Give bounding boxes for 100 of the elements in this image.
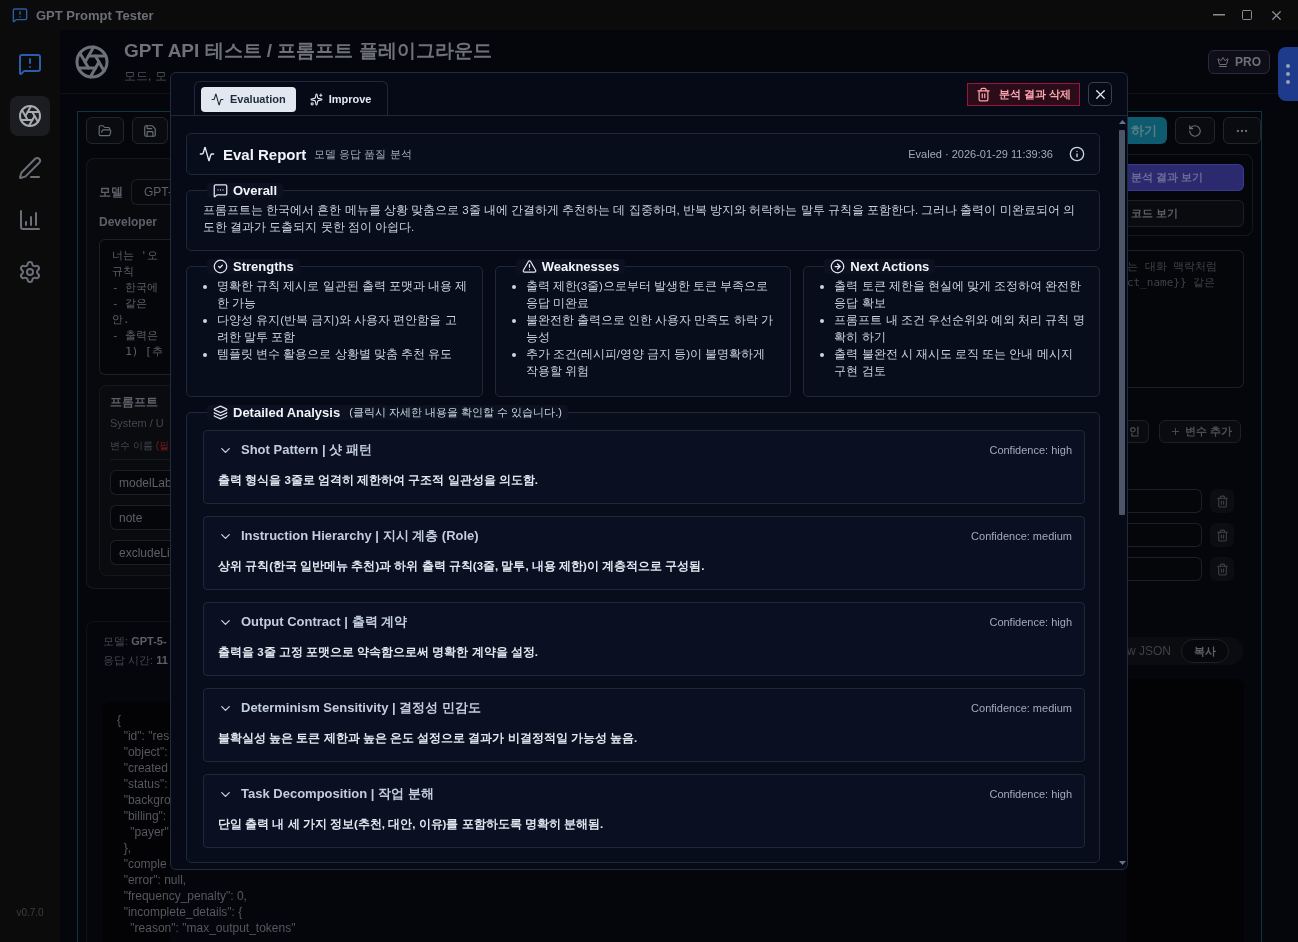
- bullet-text: 출력 토큰 제한을 현실에 맞게 조정하여 완전한 응답 확보: [834, 279, 1083, 311]
- copy-button[interactable]: 복사: [1181, 639, 1229, 663]
- minimize-icon: [1213, 14, 1225, 16]
- report-subtitle: 모델 응답 품질 분석: [314, 146, 412, 162]
- save-button[interactable]: [132, 117, 168, 144]
- pulse-icon: [211, 92, 224, 106]
- section-hint: (클릭시 자세한 내용을 확인할 수 있습니다.): [349, 405, 562, 420]
- confidence-label: Confidence: high: [989, 616, 1072, 628]
- trash-icon: [975, 86, 991, 102]
- code-line: "created: [122, 760, 168, 776]
- evaluated-time: Evaled · 2026-01-29 11:39:36: [908, 148, 1053, 160]
- view-analysis-button[interactable]: 분석 결과 보기: [1127, 164, 1244, 191]
- bullet-text: 다양성 유지(반복 금지)와 사용자 편안함을 고려한 말투 포함: [217, 313, 458, 345]
- bullet-dot: [203, 285, 207, 289]
- code-line: "payer": [129, 824, 169, 840]
- crown-icon: [1217, 55, 1229, 68]
- maximize-icon: [1241, 9, 1253, 21]
- bullet-text: 출력 제한(3줄)으로부터 발생한 토큰 부족으로 응답 미완료: [525, 279, 770, 311]
- code-line: "id": "res: [122, 728, 170, 744]
- check-circle-icon: [213, 259, 228, 274]
- arrow-circle-icon: [830, 259, 846, 274]
- confirm-button[interactable]: 인: [1127, 420, 1149, 443]
- variable-name-field[interactable]: excludeLi: [110, 540, 170, 565]
- bullet-dot: [203, 353, 207, 357]
- item-title: Shot Pattern | 샷 패턴: [241, 441, 372, 459]
- reset-icon: [1188, 123, 1202, 138]
- variable-value-field[interactable]: [1127, 557, 1202, 581]
- aperture-logo-icon: [74, 43, 110, 80]
- scroll-down-icon[interactable]: [1118, 861, 1126, 865]
- bullet-dot: [203, 319, 207, 323]
- add-variable-button[interactable]: 변수 추가: [1159, 420, 1242, 443]
- analysis-item[interactable]: Output Contract | 출력 계약 Confidence: high 출력을 3줄 고정 포맷으로 약속함으로써 명확한 계약을 설정.: [203, 602, 1085, 676]
- close-button[interactable]: [1088, 82, 1112, 106]
- bullet-text: 명확한 규칙 제시로 일관된 출력 포맷과 내용 제한 가능: [217, 279, 468, 311]
- code-line: "error": null,: [122, 872, 187, 888]
- run-button[interactable]: 하기: [1127, 117, 1167, 144]
- delete-analysis-button[interactable]: 분석 결과 삭제: [966, 82, 1080, 106]
- analysis-item[interactable]: Shot Pattern | 샷 패턴 Confidence: high 출력 형식을 3줄로 엄격히 제한하여 구조적 일관성을 의도함.: [203, 430, 1085, 504]
- page-subtitle: 모드, 모: [124, 68, 168, 85]
- section-title: Detailed Analysis: [233, 405, 341, 420]
- code-line: "object":: [122, 744, 168, 760]
- save-icon: [143, 123, 157, 138]
- view-code-button[interactable]: 코드 보기: [1127, 200, 1244, 227]
- item-description: 상위 규칙(한국 일반메뉴 추천)과 하위 출력 규칙(3줄, 말투, 내용 제한)이 계층적으로 구성됨.: [218, 559, 706, 574]
- bullet-dot: [511, 285, 516, 289]
- bullet-text: 프롬프트 내 조건 우선순위와 예외 처리 규칙 명확히 하기: [834, 313, 1085, 345]
- item-title: Instruction Hierarchy | 지시 계층 (Role): [241, 527, 479, 545]
- bullet-dot: [511, 319, 516, 323]
- info-icon[interactable]: [1069, 146, 1085, 162]
- variable-value-field[interactable]: [1127, 523, 1202, 547]
- code-line: "billing":: [122, 808, 167, 824]
- code-line: "comple: [122, 856, 167, 872]
- section-title: Next Actions: [850, 259, 930, 274]
- code-line: },: [122, 840, 131, 856]
- item-description: 단일 출력 내 세 가지 정보(추천, 대안, 이유)를 포함하도록 명확히 분해됨.: [218, 817, 605, 832]
- analysis-item[interactable]: Task Decomposition | 작업 분해 Confidence: high 단일 출력 내 세 가지 정보(추천, 대안, 이유)를 포함하도록 명확히 분해됨.: [203, 774, 1085, 848]
- page-title: GPT API 테스트 / 프롬프트 플레이그라운드: [124, 39, 493, 63]
- analysis-item[interactable]: Determinism Sensitivity | 결정성 민감도 Confidence: medium 불확실성 높은 토큰 제한과 높은 온도 설정으로 결과가 비결정적일 가능성 높음.: [203, 688, 1085, 762]
- section-title: Weaknesses: [541, 259, 620, 274]
- plus-icon: [1170, 426, 1181, 437]
- analysis-item[interactable]: Instruction Hierarchy | 지시 계층 (Role) Confidence: medium 상위 규칙(한국 일반메뉴 추천)과 하위 출력 규칙(3줄, 말투, 내용 제한)이 계층적으로 구성됨.: [203, 516, 1085, 590]
- bullet-text: 템플릿 변수 활용으로 상황별 맞춤 추천 유도: [217, 347, 453, 362]
- folder-button[interactable]: [86, 117, 124, 144]
- item-description: 출력 형식을 3줄로 엄격히 제한하여 구조적 일관성을 의도함.: [218, 473, 539, 488]
- aperture-icon[interactable]: [10, 96, 50, 136]
- pulse-icon: [199, 146, 215, 162]
- item-description: 출력을 3줄 고정 포맷으로 약속함으로써 명확한 계약을 설정.: [218, 645, 539, 660]
- warning-icon: [521, 259, 537, 274]
- tab[interactable]: Improve: [299, 86, 382, 112]
- dots-icon: [1286, 63, 1290, 85]
- sparkles-icon: [309, 92, 323, 106]
- app-logo-icon: [12, 7, 28, 23]
- bullet-text: 추가 조건(레시피/영양 금지 등)이 불명확하게 작용할 위험: [525, 347, 767, 379]
- variables-subtitle: System / U: [110, 417, 165, 429]
- tab[interactable]: Evaluation: [201, 86, 296, 112]
- model-label: 모델: [99, 183, 123, 201]
- side-panel-handle[interactable]: [1278, 47, 1298, 101]
- confidence-label: Confidence: medium: [971, 530, 1072, 542]
- item-title: Output Contract | 출력 계약: [241, 613, 408, 631]
- required-note: (필: [155, 439, 170, 453]
- item-title: Task Decomposition | 작업 분해: [241, 785, 434, 803]
- reset-button[interactable]: [1175, 117, 1215, 144]
- variable-value-field[interactable]: [1127, 489, 1202, 513]
- pro-button[interactable]: PRO: [1208, 49, 1270, 74]
- code-line: "backgro: [122, 792, 171, 808]
- developer-prompt-field[interactable]: 너는 '오 규칙 - 한국에 - 같은 안. - 출력은 1) [추: [99, 239, 170, 375]
- window-title: GPT Prompt Tester: [36, 7, 155, 23]
- scroll-up-icon[interactable]: [1118, 120, 1126, 124]
- code-line: "status":: [122, 776, 168, 792]
- trash-icon: [1215, 528, 1229, 542]
- confidence-label: Confidence: high: [989, 788, 1072, 800]
- bullet-text: 출력 불완전 시 재시도 로직 또는 안내 메시지 구현 검토: [834, 347, 1074, 379]
- bullet-dot: [820, 353, 825, 357]
- message-icon: [213, 183, 228, 198]
- variable-name-field[interactable]: note: [110, 505, 170, 530]
- layers-icon: [213, 405, 228, 420]
- variable-name-field[interactable]: modelLab: [110, 470, 170, 495]
- bullet-dot: [820, 285, 825, 289]
- response-time: 응답 시간: 11: [103, 653, 169, 668]
- scrollbar-thumb[interactable]: [1119, 130, 1125, 515]
